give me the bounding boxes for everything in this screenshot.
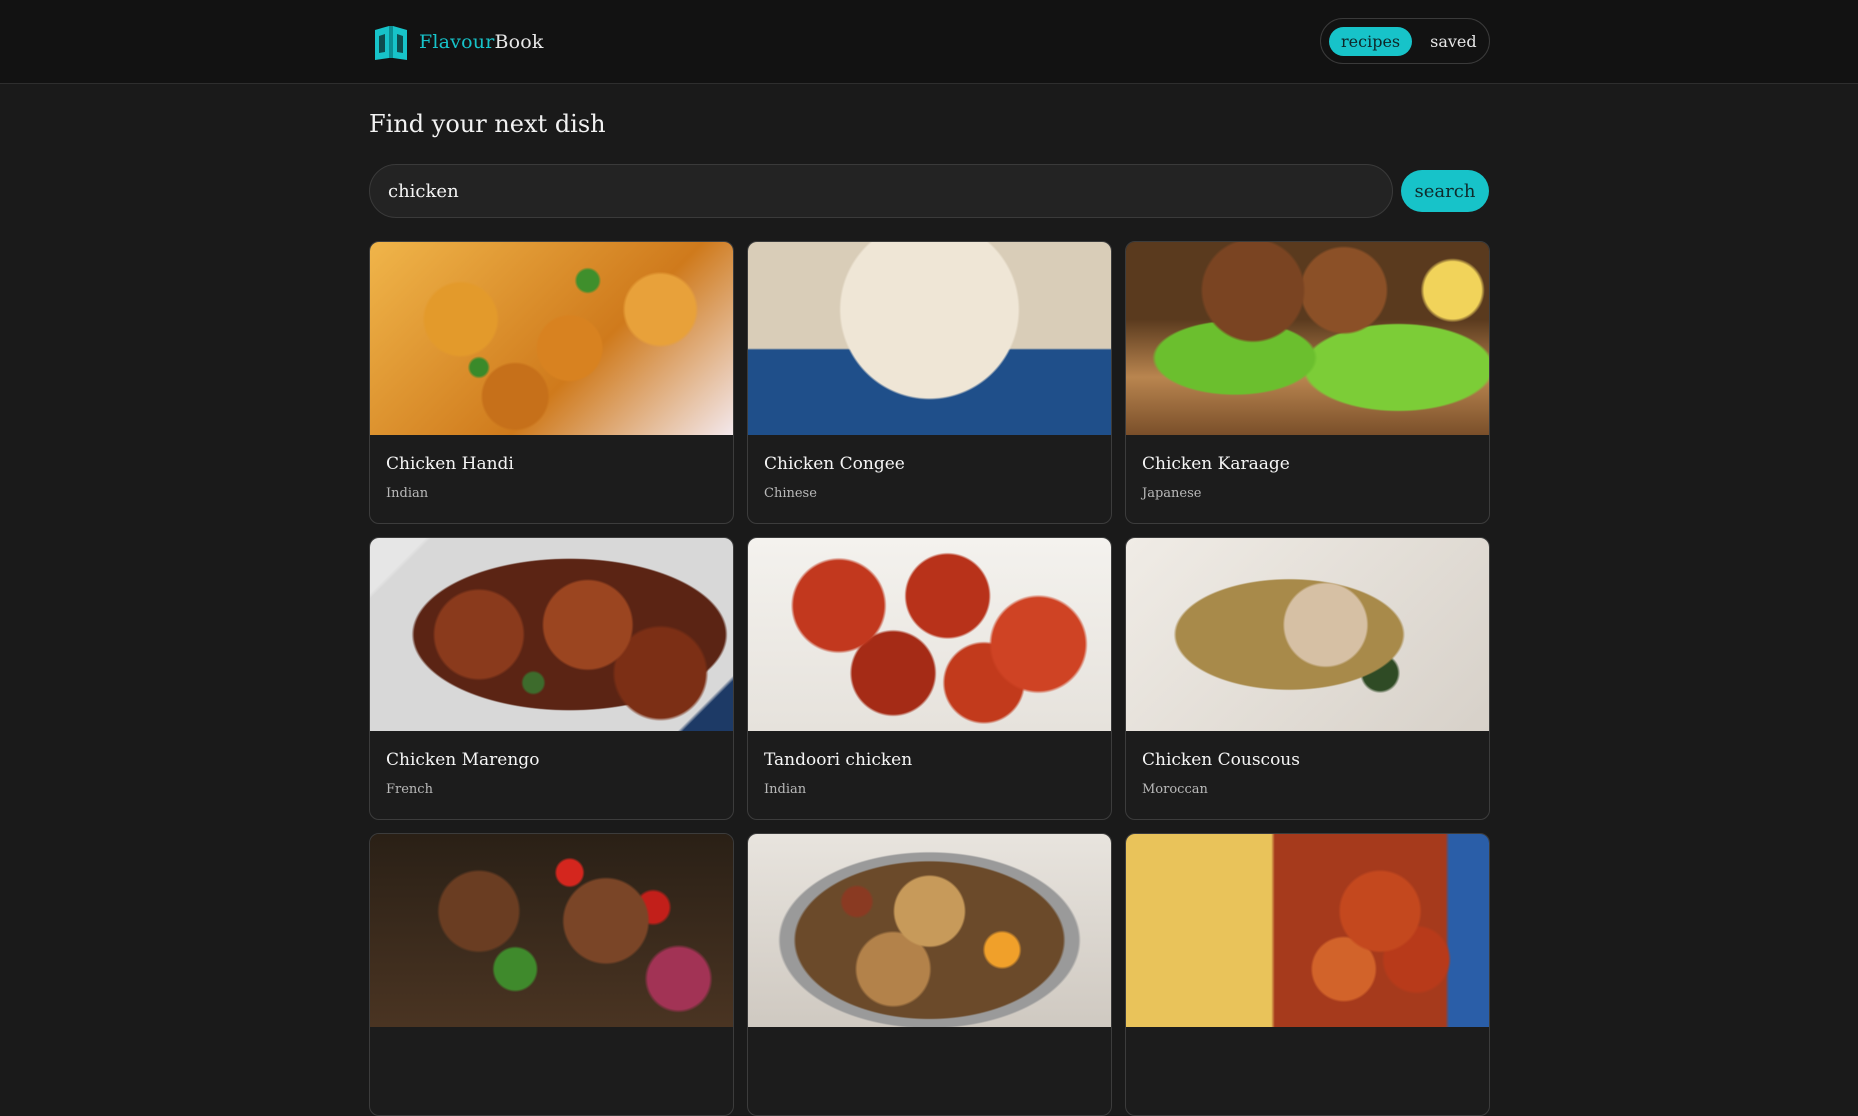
recipe-cuisine: Indian — [764, 782, 807, 797]
recipe-title: Chicken Handi — [386, 454, 514, 474]
recipe-image — [748, 538, 1111, 731]
recipe-image — [370, 242, 733, 435]
recipe-cuisine: Moroccan — [1142, 782, 1208, 797]
recipe-card[interactable]: Chicken Karaage Japanese — [1125, 241, 1490, 524]
results-grid: Chicken Handi Indian Chicken Congee Chin… — [369, 241, 1490, 1116]
recipe-card[interactable] — [369, 833, 734, 1116]
recipe-card[interactable]: Chicken Congee Chinese — [747, 241, 1112, 524]
top-bar: FlavourBook recipes saved — [0, 0, 1858, 84]
tab-recipes[interactable]: recipes — [1329, 26, 1413, 56]
recipe-cuisine: Indian — [386, 486, 429, 501]
page-title: Find your next dish — [369, 110, 606, 138]
recipe-title: Tandoori chicken — [764, 750, 913, 770]
recipe-cuisine: French — [386, 782, 433, 797]
search-input[interactable] — [369, 164, 1393, 218]
recipe-image — [1126, 242, 1489, 435]
recipe-title: Chicken Karaage — [1142, 454, 1290, 474]
recipe-title: Chicken Couscous — [1142, 750, 1300, 770]
recipe-title: Chicken Marengo — [386, 750, 540, 770]
recipe-card[interactable]: Chicken Couscous Moroccan — [1125, 537, 1490, 820]
recipe-image — [748, 834, 1111, 1027]
recipe-card[interactable] — [1125, 833, 1490, 1116]
recipe-image — [748, 242, 1111, 435]
recipe-card[interactable]: Chicken Marengo French — [369, 537, 734, 820]
recipe-image — [370, 834, 733, 1027]
search-button[interactable]: search — [1401, 170, 1489, 212]
open-book-icon — [375, 26, 407, 60]
brand-logo[interactable]: FlavourBook — [373, 22, 544, 62]
recipe-card[interactable]: Tandoori chicken Indian — [747, 537, 1112, 820]
recipe-image — [370, 538, 733, 731]
brand-name-part2: Book — [494, 31, 544, 53]
brand-name-part1: Flavour — [419, 31, 495, 53]
brand-name: FlavourBook — [419, 31, 544, 53]
recipe-title: Chicken Congee — [764, 454, 905, 474]
view-toggle: recipes saved — [1320, 18, 1490, 64]
recipe-cuisine: Japanese — [1142, 486, 1202, 501]
recipe-image — [1126, 834, 1489, 1027]
recipe-card[interactable]: Chicken Handi Indian — [369, 241, 734, 524]
tab-saved[interactable]: saved — [1418, 27, 1489, 56]
recipe-cuisine: Chinese — [764, 486, 817, 501]
recipe-card[interactable] — [747, 833, 1112, 1116]
recipe-image — [1126, 538, 1489, 731]
